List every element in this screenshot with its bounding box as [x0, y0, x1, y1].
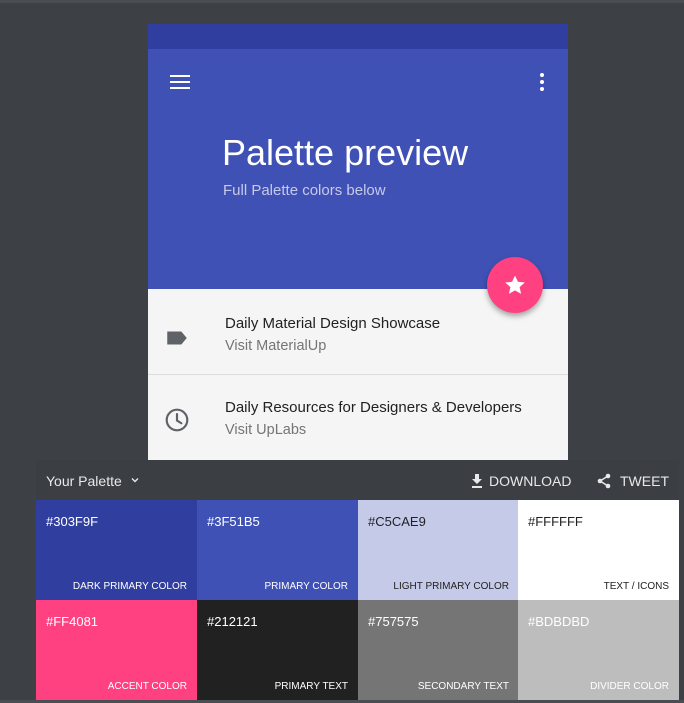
tweet-button[interactable]: TWEET [594, 468, 674, 494]
menu-icon[interactable] [168, 72, 192, 92]
list-item-uplabs[interactable]: Daily Resources for Designers & Develope… [148, 376, 568, 460]
download-label: DOWNLOAD [489, 473, 572, 489]
palette-name-dropdown[interactable]: Your Palette [46, 473, 122, 489]
page-title: Palette preview [222, 132, 469, 173]
star-fab-button[interactable] [487, 257, 543, 313]
color-swatch[interactable]: #3F51B5 Primary Color [197, 500, 358, 600]
share-icon [597, 473, 611, 489]
clock-icon [165, 408, 189, 432]
list-item-subtitle: Visit UpLabs [225, 422, 307, 438]
swatch-role: Primary Color [264, 581, 348, 592]
swatch-hex: #FFFFFF [528, 514, 583, 529]
more-vert-icon[interactable] [532, 72, 552, 92]
swatch-hex: #FF4081 [46, 614, 99, 629]
swatch-role: Accent Color [107, 681, 187, 692]
swatch-role: Primary Text [274, 681, 348, 692]
swatch-hex: #212121 [207, 614, 258, 629]
star-icon [505, 275, 525, 294]
palette-toolbar: Your Palette DOWNLOAD TWEET [36, 460, 679, 500]
swatch-hex: #757575 [368, 614, 419, 629]
palette-panel: Your Palette DOWNLOAD TWEET #303F9F Dark … [36, 460, 679, 700]
swatch-role: Secondary Text [417, 681, 509, 692]
download-icon [472, 474, 482, 488]
color-swatch[interactable]: #C5CAE9 Light Primary Color [358, 500, 519, 600]
swatch-role: Text / Icons [603, 581, 669, 592]
color-swatch[interactable]: #FFFFFF Text / Icons [518, 500, 679, 600]
chevron-down-icon[interactable] [130, 475, 140, 485]
list-item-subtitle: Visit MaterialUp [225, 338, 327, 354]
list-item-title: Daily Resources for Designers & Develope… [225, 399, 522, 416]
color-swatch[interactable]: #757575 Secondary Text [358, 600, 519, 700]
swatch-role: Dark Primary Color [72, 581, 187, 592]
label-icon [167, 331, 187, 345]
phone-preview: Palette preview Full Palette colors belo… [148, 24, 568, 460]
top-border [0, 0, 684, 3]
swatch-role: Light Primary Color [393, 581, 509, 592]
swatch-hex: #3F51B5 [207, 514, 260, 529]
status-bar [148, 24, 568, 49]
list-item-title: Daily Material Design Showcase [225, 315, 441, 332]
swatch-hex: #BDBDBD [528, 614, 590, 629]
swatch-hex: #C5CAE9 [368, 514, 426, 529]
swatch-hex: #303F9F [46, 514, 99, 529]
swatch-role: Divider Color [590, 681, 669, 692]
page-subtitle: Full Palette colors below [223, 182, 386, 199]
color-swatch[interactable]: #BDBDBD Divider Color [518, 600, 679, 700]
tweet-label: TWEET [620, 473, 669, 489]
divider [148, 374, 568, 375]
download-button[interactable]: DOWNLOAD [468, 468, 578, 494]
color-swatch[interactable]: #303F9F Dark Primary Color [36, 500, 197, 600]
color-swatch[interactable]: #212121 Primary Text [197, 600, 358, 700]
color-swatch[interactable]: #FF4081 Accent Color [36, 600, 197, 700]
